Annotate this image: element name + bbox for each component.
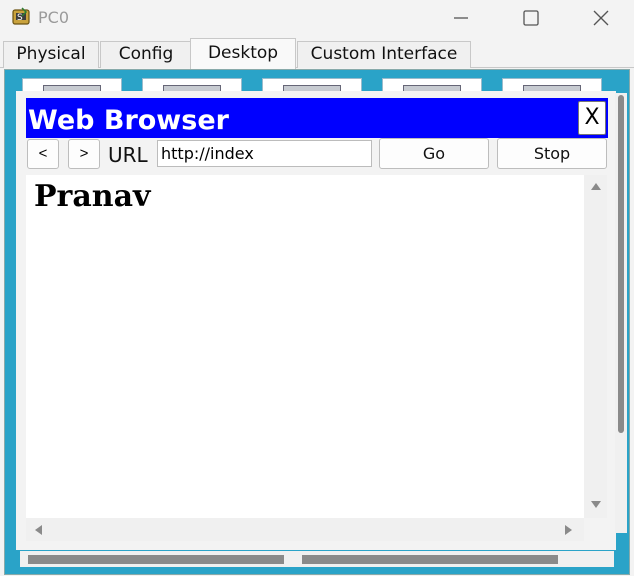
scroll-right-icon[interactable] (565, 525, 572, 535)
maximize-icon[interactable] (518, 6, 544, 30)
browser-close-button[interactable]: X (578, 101, 606, 135)
tab-desktop[interactable]: Desktop (190, 38, 296, 69)
desktop-horizontal-scrollbar[interactable] (20, 551, 614, 567)
svg-text:S: S (17, 13, 23, 23)
scroll-down-icon[interactable] (591, 501, 601, 508)
browser-title-bar: Web Browser X (26, 98, 608, 138)
tab-config[interactable]: Config (100, 41, 192, 68)
window-titlebar: S PC0 (0, 0, 634, 36)
tab-custom-interface[interactable]: Custom Interface (297, 41, 471, 68)
page-content: Pranav (26, 175, 584, 518)
browser-title: Web Browser (28, 105, 229, 136)
desktop-vertical-scrollbar[interactable] (615, 93, 627, 533)
forward-button[interactable]: > (68, 139, 100, 169)
tab-bar: Physical Config Custom Interface Desktop (0, 38, 634, 69)
tab-physical[interactable]: Physical (3, 41, 99, 68)
back-button[interactable]: < (27, 139, 59, 169)
window-title: PC0 (38, 8, 69, 27)
go-button[interactable]: Go (379, 138, 489, 169)
stop-button[interactable]: Stop (497, 138, 607, 169)
url-input[interactable]: http://index (157, 140, 372, 167)
content-horizontal-scrollbar[interactable] (26, 518, 584, 541)
web-browser-panel: Web Browser X < > URL http://index Go St… (16, 91, 616, 550)
scrollbar-thumb[interactable] (302, 555, 558, 564)
scroll-left-icon[interactable] (35, 525, 42, 535)
scrollbar-thumb[interactable] (28, 555, 284, 564)
url-label: URL (108, 143, 148, 167)
scrollbar-thumb[interactable] (618, 95, 624, 433)
packet-tracer-pc-icon: S (12, 7, 30, 25)
minimize-icon[interactable] (448, 6, 474, 30)
content-vertical-scrollbar[interactable] (584, 175, 607, 518)
scroll-up-icon[interactable] (591, 183, 601, 190)
window-close-icon[interactable] (588, 6, 614, 30)
page-heading: Pranav (34, 179, 151, 214)
